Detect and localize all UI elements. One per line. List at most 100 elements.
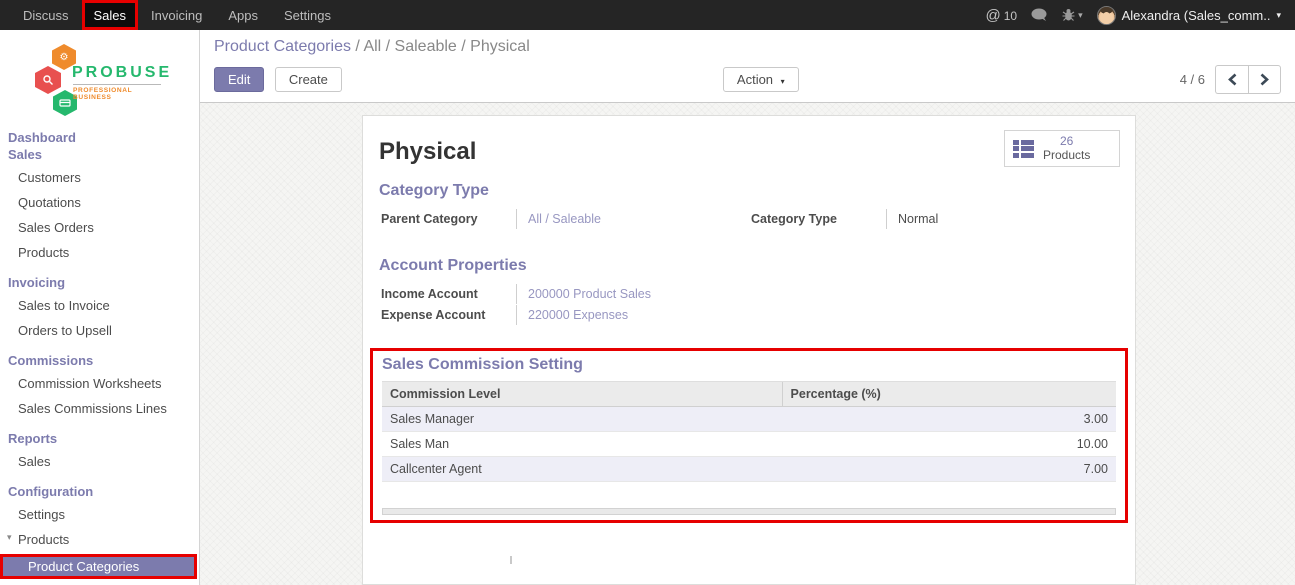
section-heading-sales-commission: Sales Commission Setting xyxy=(382,356,1116,374)
form-sheet: 26 Products Physical Category Type Paren… xyxy=(362,115,1136,585)
sidebar-item-sales-to-invoice[interactable]: Sales to Invoice xyxy=(0,295,199,316)
section-heading-category-type: Category Type xyxy=(379,182,1119,200)
expense-account-field: Expense Account 220000 Expenses xyxy=(379,305,808,325)
form-view-background: 26 Products Physical Category Type Paren… xyxy=(200,103,1295,585)
control-panel: Product Categories / All / Saleable / Ph… xyxy=(200,30,1295,103)
expense-account-label: Expense Account xyxy=(379,305,516,325)
table-horizontal-scrollbar[interactable] xyxy=(382,508,1116,515)
edit-button[interactable]: Edit xyxy=(214,67,264,92)
action-dropdown-button[interactable]: Action ▾ xyxy=(723,67,799,92)
cursor-tick xyxy=(510,556,512,564)
parent-category-value[interactable]: All / Saleable xyxy=(516,209,749,229)
debug-caret-icon: ▾ xyxy=(1078,10,1083,21)
menu-invoicing[interactable]: Invoicing xyxy=(138,0,215,30)
debug-menu[interactable]: ▾ xyxy=(1062,8,1083,22)
table-row[interactable]: Sales Manager 3.00 xyxy=(382,407,1116,432)
menu-apps[interactable]: Apps xyxy=(215,0,271,30)
sidebar-nav: Dashboard Sales Customers Quotations Sal… xyxy=(0,129,199,585)
sidebar-item-reports-sales[interactable]: Sales xyxy=(0,451,199,472)
sidebar-item-quotations[interactable]: Quotations xyxy=(0,192,199,213)
mention-count: 10 xyxy=(1004,9,1017,23)
sidebar-item-product-categories[interactable]: Product Categories xyxy=(0,554,197,579)
cp-buttons: Edit Create xyxy=(214,67,342,92)
sidebar-item-sales-orders[interactable]: Sales Orders xyxy=(0,217,199,238)
percentage-cell: 3.00 xyxy=(782,407,1116,432)
at-icon: @ xyxy=(986,7,1001,24)
menu-sales[interactable]: Sales xyxy=(82,0,139,30)
breadcrumb-current: All / Saleable / Physical xyxy=(363,38,529,55)
chat-bubble-icon xyxy=(1031,8,1048,22)
pager-previous-button[interactable] xyxy=(1215,65,1248,94)
products-stat-button[interactable]: 26 Products xyxy=(1004,130,1120,167)
section-heading-account-properties: Account Properties xyxy=(379,257,1119,275)
sidebar: ⚙ PROBUSE PROFESSIONAL BUSINESS Dashboar… xyxy=(0,30,200,585)
category-type-label: Category Type xyxy=(749,209,886,229)
income-account-label: Income Account xyxy=(379,284,516,304)
sidebar-item-customers[interactable]: Customers xyxy=(0,167,199,188)
list-icon xyxy=(1013,140,1035,158)
commission-table: Commission Level Percentage (%) Sales Ma… xyxy=(382,381,1116,482)
probuse-logo: ⚙ PROBUSE PROFESSIONAL BUSINESS xyxy=(0,38,199,123)
table-row[interactable]: Sales Man 10.00 xyxy=(382,432,1116,457)
parent-category-label: Parent Category xyxy=(379,209,516,229)
chevron-left-icon xyxy=(1228,73,1237,86)
user-caret-icon: ▾ xyxy=(1276,10,1281,21)
account-properties-fields: Income Account 200000 Product Sales Expe… xyxy=(379,284,1119,326)
menu-settings[interactable]: Settings xyxy=(271,0,344,30)
sidebar-item-sales-commissions-lines[interactable]: Sales Commissions Lines xyxy=(0,398,199,419)
breadcrumb-link[interactable]: Product Categories xyxy=(214,38,351,55)
main-area: Product Categories / All / Saleable / Ph… xyxy=(200,30,1295,585)
mentions-counter[interactable]: @ 10 xyxy=(986,7,1018,24)
sales-commission-setting-section: Sales Commission Setting Commission Leve… xyxy=(370,348,1128,523)
sidebar-section-configuration: Configuration xyxy=(0,483,199,500)
breadcrumb: Product Categories / All / Saleable / Ph… xyxy=(214,38,1281,56)
expense-account-value[interactable]: 220000 Expenses xyxy=(516,305,808,325)
percentage-cell: 7.00 xyxy=(782,457,1116,482)
top-menu: Discuss Sales Invoicing Apps Settings xyxy=(0,0,344,30)
sidebar-item-orders-to-upsell[interactable]: Orders to Upsell xyxy=(0,320,199,341)
sidebar-section-reports: Reports xyxy=(0,430,199,447)
percentage-cell: 10.00 xyxy=(782,432,1116,457)
menu-discuss[interactable]: Discuss xyxy=(10,0,82,30)
pager-next-button[interactable] xyxy=(1248,65,1281,94)
commission-level-cell: Sales Manager xyxy=(382,407,782,432)
category-type-value: Normal xyxy=(886,209,1119,229)
action-label: Action xyxy=(737,72,773,87)
user-name: Alexandra (Sales_comm.. xyxy=(1122,8,1271,23)
column-percentage[interactable]: Percentage (%) xyxy=(782,382,1116,407)
user-menu[interactable]: Alexandra (Sales_comm.. ▾ xyxy=(1097,6,1281,25)
logo-title: PROBUSE xyxy=(72,64,172,82)
column-commission-level[interactable]: Commission Level xyxy=(382,382,782,407)
sidebar-item-products-config[interactable]: ▾ Products xyxy=(0,529,199,550)
sidebar-section-sales[interactable]: Sales xyxy=(0,146,199,163)
create-button[interactable]: Create xyxy=(275,67,342,92)
user-avatar xyxy=(1097,6,1116,25)
sidebar-item-commission-worksheets[interactable]: Commission Worksheets xyxy=(0,373,199,394)
commission-table-header: Commission Level Percentage (%) xyxy=(382,382,1116,407)
sidebar-item-dashboard[interactable]: Dashboard xyxy=(0,129,199,146)
stat-count: 26 xyxy=(1043,135,1090,149)
pager xyxy=(1215,65,1281,94)
sidebar-item-label: Products xyxy=(18,532,69,547)
income-account-field: Income Account 200000 Product Sales xyxy=(379,284,808,304)
messages-button[interactable] xyxy=(1031,8,1048,22)
app-window: Discuss Sales Invoicing Apps Settings @ … xyxy=(0,0,1295,585)
category-type-fields: Parent Category All / Saleable Category … xyxy=(379,209,1119,230)
chevron-down-icon[interactable]: ▾ xyxy=(7,532,12,543)
commission-level-cell: Callcenter Agent xyxy=(382,457,782,482)
commission-level-cell: Sales Man xyxy=(382,432,782,457)
stat-label: Products xyxy=(1043,149,1090,163)
sidebar-section-invoicing: Invoicing xyxy=(0,274,199,291)
chevron-down-icon: ▾ xyxy=(781,77,785,86)
table-row[interactable]: Callcenter Agent 7.00 xyxy=(382,457,1116,482)
sidebar-section-commissions: Commissions xyxy=(0,352,199,369)
sidebar-item-settings[interactable]: Settings xyxy=(0,504,199,525)
chevron-right-icon xyxy=(1260,73,1269,86)
top-navbar: Discuss Sales Invoicing Apps Settings @ … xyxy=(0,0,1295,30)
logo-subtitle: PROFESSIONAL BUSINESS xyxy=(73,84,161,101)
breadcrumb-separator: / xyxy=(355,38,359,55)
income-account-value[interactable]: 200000 Product Sales xyxy=(516,284,808,304)
topbar-systray: @ 10 ▾ Alexandra (Sales_comm.. ▾ xyxy=(986,0,1295,30)
magnifier-icon xyxy=(35,66,61,94)
sidebar-item-products[interactable]: Products xyxy=(0,242,199,263)
